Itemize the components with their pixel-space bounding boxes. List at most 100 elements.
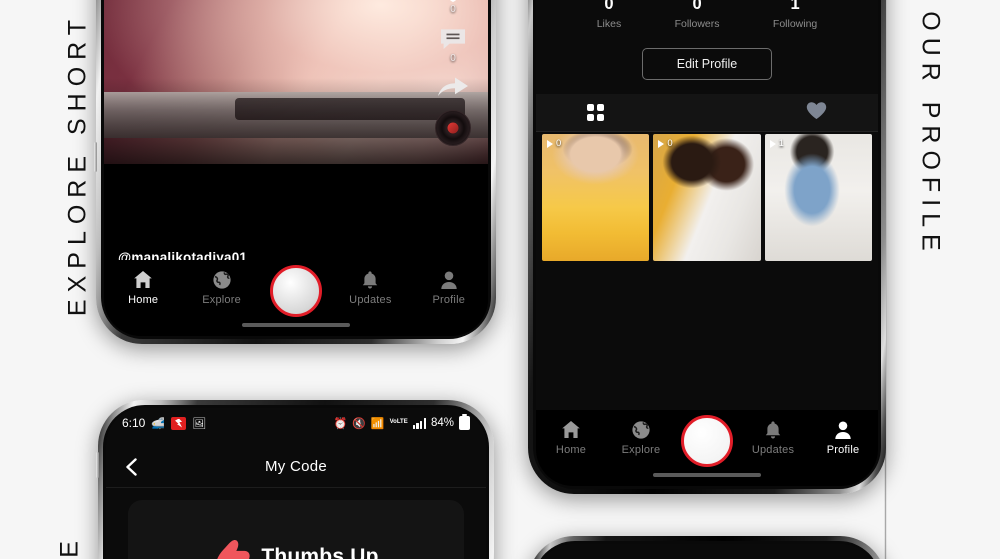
phone-feed: A 0 [94, 0, 496, 344]
globe-icon [631, 419, 651, 440]
battery-icon [459, 413, 470, 430]
phone-screen: A 0 [104, 0, 488, 336]
edit-profile-button[interactable]: Edit Profile [641, 48, 773, 80]
thumbs-up-icon [217, 540, 250, 559]
play-count: 1 [778, 138, 784, 149]
volume-button[interactable] [96, 452, 99, 478]
person-icon [834, 419, 852, 440]
tab-updates-label: Updates [349, 294, 392, 306]
play-count-badge: 0 [547, 138, 561, 149]
following-count: 1 [790, 0, 800, 13]
share-icon [438, 77, 468, 96]
photo-icon: 🖼 [192, 417, 207, 430]
likes-count: 0 [604, 0, 614, 13]
play-count: 0 [667, 138, 673, 149]
tab-home-label: Home [128, 294, 159, 306]
tab-home-label: Home [555, 444, 587, 456]
tab-home[interactable]: Home [541, 419, 601, 456]
train-icon: 🚅 [151, 417, 166, 430]
home-indicator[interactable] [653, 473, 761, 477]
volte-label: VoLTE [389, 419, 408, 426]
post-thumbnail[interactable]: 0 [542, 134, 650, 261]
comment-button[interactable]: 0 [439, 26, 467, 64]
empty-grid-area [536, 265, 878, 410]
tab-liked[interactable] [806, 101, 827, 125]
like-button[interactable]: 0 [438, 0, 468, 15]
battery-percent: 84% [430, 417, 454, 429]
caption-explore-shorts: EXPLORE SHORT [63, 12, 92, 317]
action-rail: A 0 [428, 0, 478, 146]
globe-icon [212, 269, 232, 290]
profile-content-tabs [536, 94, 878, 132]
post-grid: 0 0 1 [536, 134, 878, 261]
profile-screen: learn to say no🙄 focus 👉 on goals and gr… [536, 0, 878, 486]
play-count: 0 [556, 138, 562, 149]
page-title: My Code [264, 458, 328, 475]
bell-icon [361, 269, 379, 290]
wifi-icon: 📶 [370, 417, 385, 430]
comment-icon [441, 29, 465, 49]
signal-bars-icon [412, 417, 426, 429]
tab-profile[interactable]: Profile [813, 419, 873, 456]
phone-screen: learn to say no🙄 focus 👉 on goals and gr… [536, 0, 878, 486]
play-icon [769, 139, 776, 148]
mute-icon: 🔇 [352, 417, 366, 430]
comment-count: 0 [450, 53, 456, 64]
volume-button[interactable] [94, 142, 97, 172]
tab-updates[interactable]: Updates [340, 269, 400, 306]
tab-explore-label: Explore [621, 444, 661, 456]
play-icon [547, 139, 553, 148]
grid-icon [586, 104, 604, 121]
likes-label: Likes [596, 17, 622, 30]
tab-profile-label: Profile [826, 444, 860, 456]
home-indicator[interactable] [242, 323, 350, 327]
home-icon [561, 419, 581, 440]
alert-icon [171, 416, 187, 430]
tab-grid[interactable] [586, 104, 604, 121]
bottom-navigation: Home Explore Updates Profile [536, 410, 878, 486]
tab-explore[interactable]: Explore [192, 269, 252, 306]
edit-profile-wrap: Edit Profile [536, 48, 878, 80]
followers-label: Followers [674, 17, 720, 30]
tab-explore-label: Explore [202, 294, 241, 306]
share-button[interactable] [437, 75, 469, 99]
tab-home[interactable]: Home [113, 269, 173, 306]
my-code-screen: 6:10 🚅 🖼 ⏰ 🔇 📶 VoLTE 84% My Code Thumbs … [106, 408, 486, 559]
phone-screen [536, 544, 878, 559]
caption-your-profile: OUR PROFILE [916, 11, 945, 258]
canvas: EXPLORE SHORT FILE OUR PROFILE A [0, 0, 1000, 559]
status-time: 6:10 [122, 416, 146, 430]
heart-filled-icon [807, 101, 827, 119]
phone-profile: learn to say no🙄 focus 👉 on goals and gr… [528, 0, 886, 494]
bottom-navigation: Home Explore Updates Profile [104, 260, 488, 336]
music-disc-button[interactable] [435, 110, 471, 146]
tab-profile[interactable]: Profile [419, 269, 479, 306]
tab-profile-label: Profile [432, 294, 466, 306]
person-icon [440, 269, 458, 290]
stat-followers[interactable]: 0 Followers [675, 0, 720, 30]
record-button[interactable] [681, 415, 733, 467]
play-count-badge: 0 [658, 138, 673, 149]
status-bar: 6:10 🚅 🖼 ⏰ 🔇 📶 VoLTE 84% [106, 408, 486, 438]
tab-explore[interactable]: Explore [611, 419, 671, 456]
post-thumbnail[interactable]: 1 [764, 134, 872, 261]
phone-my-code: 6:10 🚅 🖼 ⏰ 🔇 📶 VoLTE 84% My Code Thumbs … [96, 400, 494, 559]
followers-count: 0 [692, 0, 702, 13]
stat-likes[interactable]: 0 Likes [597, 0, 622, 30]
record-button[interactable] [269, 265, 322, 317]
stat-following[interactable]: 1 Following [773, 0, 817, 30]
post-thumbnail[interactable]: 0 [653, 134, 761, 261]
signal-icon: VoLTE [389, 419, 408, 426]
tab-updates-label: Updates [751, 444, 795, 456]
following-label: Following [772, 17, 818, 30]
status-right: ⏰ 🔇 📶 VoLTE 84% [333, 413, 470, 430]
music-disc-icon [435, 110, 471, 146]
profile-stats: 0 Likes 0 Followers 1 Following [536, 0, 878, 30]
code-card: Thumbs Up [128, 500, 464, 559]
home-icon [133, 269, 153, 290]
play-count-badge: 1 [769, 138, 784, 149]
status-left: 6:10 🚅 🖼 [122, 416, 206, 430]
tab-updates[interactable]: Updates [743, 419, 803, 456]
alarm-icon: ⏰ [333, 417, 348, 430]
like-count: 0 [450, 4, 456, 15]
